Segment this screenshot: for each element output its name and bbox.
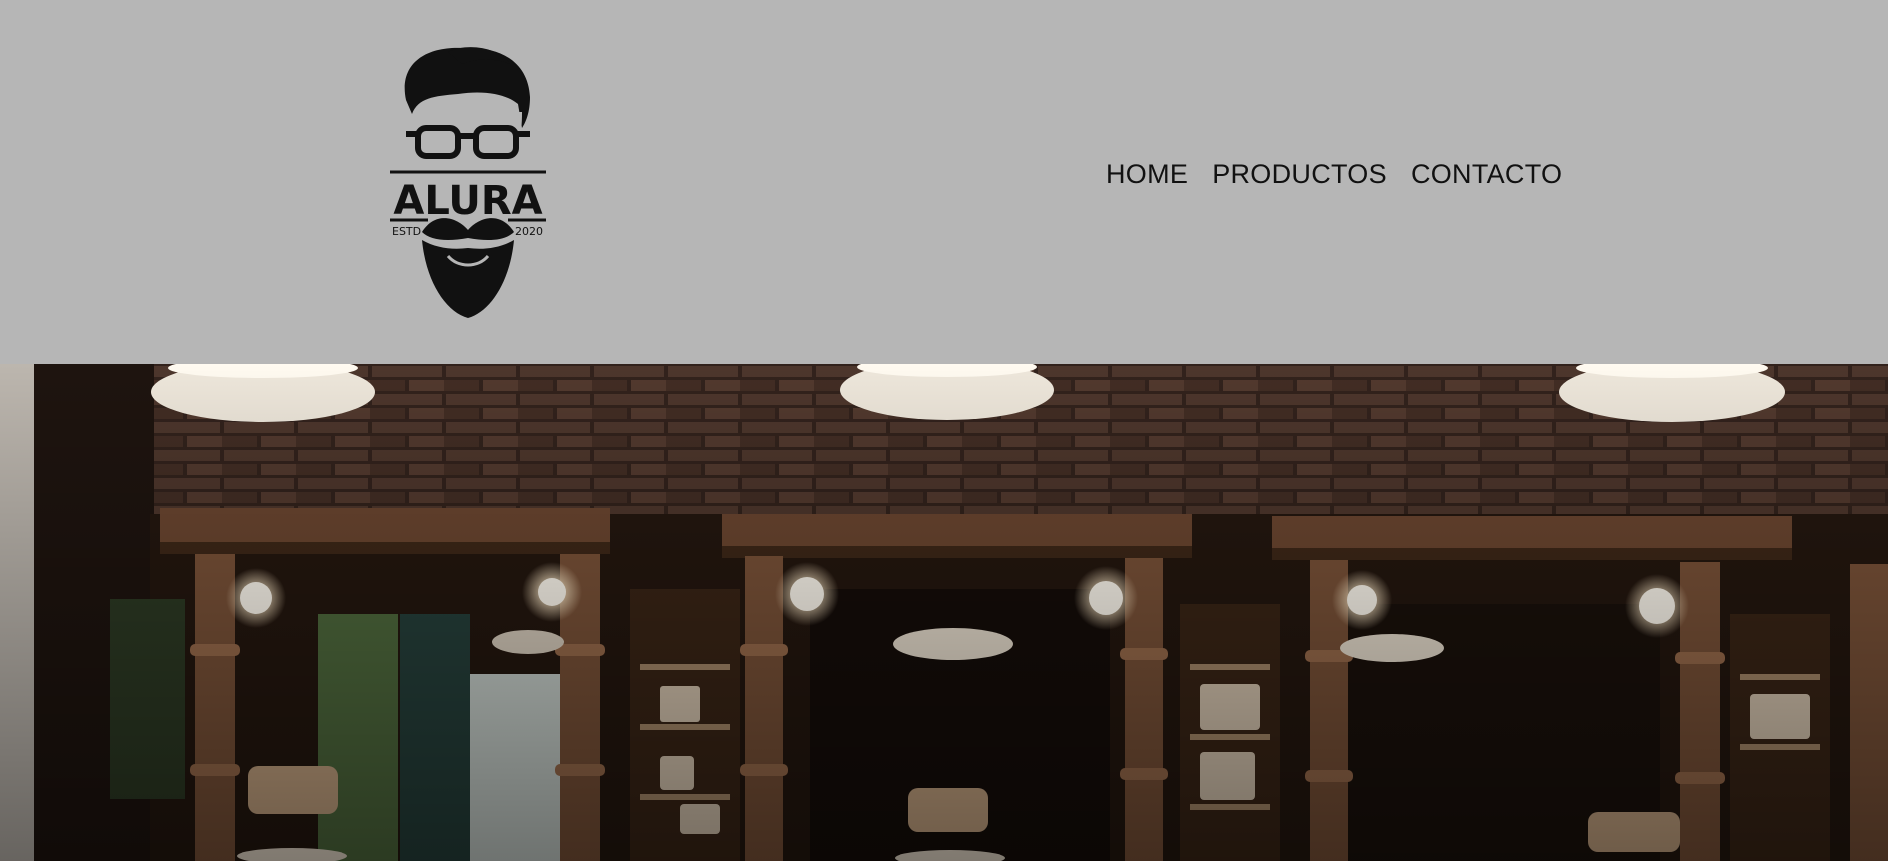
barbershop-photo (0, 364, 1888, 861)
alura-logo[interactable]: ALURA ESTD 2020 (388, 42, 548, 322)
hero-barbershop-image (0, 364, 1888, 861)
logo-year-text: 2020 (515, 225, 543, 238)
logo-estd-text: ESTD (392, 225, 421, 238)
site-header: ALURA ESTD 2020 HOME PRODUCTOS CONTACTO (0, 0, 1888, 364)
main-nav: HOME PRODUCTOS CONTACTO (1106, 156, 1562, 192)
logo-brand-text: ALURA (393, 178, 542, 224)
bearded-man-logo-icon: ALURA ESTD 2020 (390, 47, 546, 318)
nav-home-link[interactable]: HOME (1106, 156, 1188, 192)
nav-productos-link[interactable]: PRODUCTOS (1212, 156, 1387, 192)
nav-contacto-link[interactable]: CONTACTO (1411, 156, 1562, 192)
